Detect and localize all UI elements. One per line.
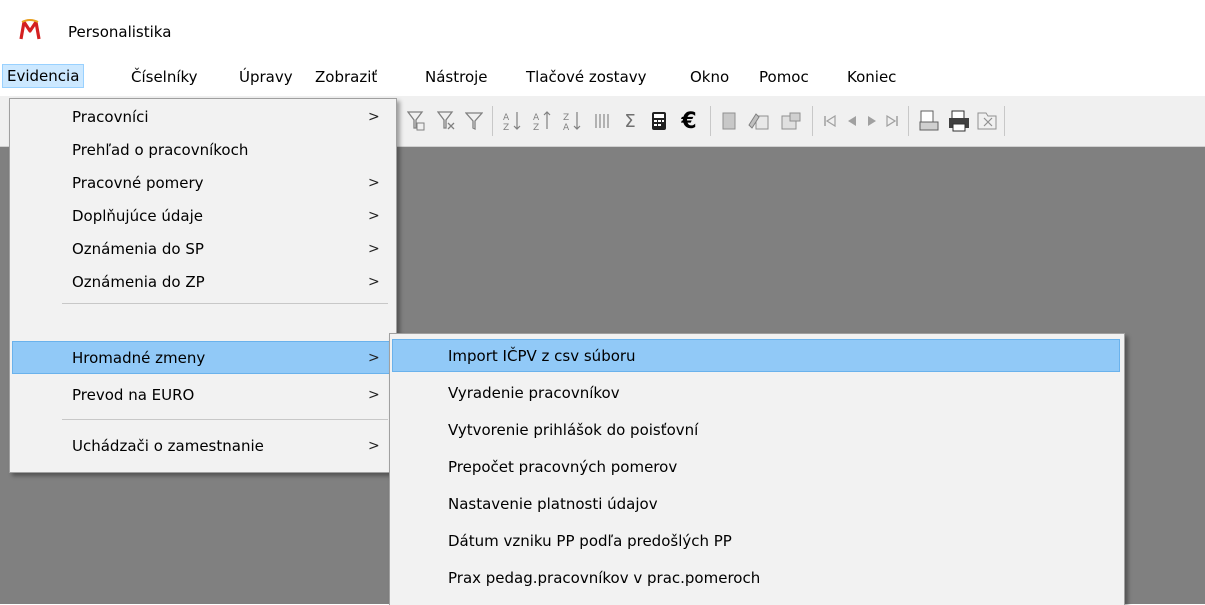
menu-item-label: Oznámenia do SP — [72, 240, 204, 258]
menu-item-prevod-na-euro[interactable]: Prevod na EURO > — [12, 379, 392, 412]
svg-text:A: A — [533, 113, 540, 123]
menu-item-oznamenia-do-sp[interactable]: Oznámenia do SP > — [12, 233, 392, 266]
menu-item-prehlad-o-pracovnikoch[interactable]: Prehľad o pracovníkoch — [12, 134, 392, 167]
menu-pomoc[interactable]: Pomoc — [757, 65, 811, 89]
previous-record-icon[interactable] — [842, 108, 862, 134]
menu-separator — [62, 303, 388, 304]
menu-item-label: Oznámenia do ZP — [72, 273, 205, 291]
menu-bar: Evidencia Číselníky Úpravy Zobraziť Nást… — [0, 60, 1205, 92]
menu-item-label: Vyradenie pracovníkov — [448, 384, 620, 402]
menu-item-pracovnici[interactable]: Pracovníci > — [12, 101, 392, 134]
toolbar-separator — [812, 106, 813, 136]
menu-item-label: Doplňujúce údaje — [72, 207, 203, 225]
calculator-icon[interactable] — [646, 108, 672, 134]
sort-descending-icon[interactable]: AZ — [530, 108, 554, 134]
svg-text:A: A — [503, 113, 510, 123]
menu-item-pracovne-pomery[interactable]: Pracovné pomery > — [12, 167, 392, 200]
menu-item-label: Pracovné pomery — [72, 174, 204, 192]
next-record-icon[interactable] — [862, 108, 882, 134]
toolbar-separator — [1004, 106, 1005, 136]
submenu-arrow-icon: > — [368, 241, 380, 257]
columns-icon[interactable] — [590, 108, 614, 134]
submenu-arrow-icon: > — [368, 350, 380, 366]
submenu-arrow-icon: > — [368, 438, 380, 454]
submenu-arrow-icon: > — [368, 175, 380, 191]
menu-item-label: Uchádzači o zamestnanie — [72, 437, 264, 455]
menu-item-label: Prevod na EURO — [72, 386, 195, 404]
sort-ascending-icon[interactable]: AZ — [500, 108, 524, 134]
print-preview-icon[interactable] — [916, 108, 942, 134]
menu-item-vyradenie-pracovnikov[interactable]: Vyradenie pracovníkov — [392, 377, 1120, 410]
menu-item-prax-pedag-pracovnikov[interactable]: Prax pedag.pracovníkov v prac.pomeroch — [392, 562, 1120, 595]
submenu-arrow-icon: > — [368, 274, 380, 290]
menu-item-prepocet-pracovnych-pomerov[interactable]: Prepočet pracovných pomerov — [392, 451, 1120, 484]
last-record-icon[interactable] — [882, 108, 902, 134]
menu-item-datum-vzniku-pp[interactable]: Dátum vzniku PP podľa predošlých PP — [392, 525, 1120, 558]
menu-item-label: Vytvorenie prihlášok do poisťovní — [448, 421, 699, 439]
menu-item-label: Nastavenie platnosti údajov — [448, 495, 658, 513]
menu-item-nastavenie-platnosti-udajov[interactable]: Nastavenie platnosti údajov — [392, 488, 1120, 521]
menu-item-import-icpv[interactable]: Import IČPV z csv súboru — [392, 339, 1120, 372]
menu-item-vytvorenie-prihlasok[interactable]: Vytvorenie prihlášok do poisťovní — [392, 414, 1120, 447]
menu-separator — [62, 419, 388, 420]
menu-ciselniky[interactable]: Číselníky — [129, 65, 200, 89]
menu-evidencia[interactable]: Evidencia — [2, 64, 85, 88]
menu-item-label: Prehľad o pracovníkoch — [72, 141, 249, 159]
clear-filter-icon[interactable] — [434, 108, 458, 134]
first-record-icon[interactable] — [820, 108, 840, 134]
menu-upravy[interactable]: Úpravy — [237, 65, 295, 89]
svg-text:Z: Z — [563, 113, 569, 123]
app-logo-icon — [19, 19, 41, 40]
document-icon[interactable] — [717, 108, 741, 134]
menu-item-label: Prepočet pracovných pomerov — [448, 458, 678, 476]
properties-icon[interactable] — [778, 108, 804, 134]
menu-item-doplnujuce-udaje[interactable]: Doplňujúce údaje > — [12, 200, 392, 233]
svg-text:Z: Z — [503, 123, 509, 132]
export-icon[interactable] — [974, 108, 1000, 134]
menu-okno[interactable]: Okno — [688, 65, 731, 89]
toolbar-separator — [710, 106, 711, 136]
menu-item-uchadzaci-o-zamestnanie[interactable]: Uchádzači o zamestnanie > — [12, 430, 392, 463]
menu-item-label: Hromadné zmeny — [72, 349, 206, 367]
toolbar-separator — [908, 106, 909, 136]
title-bar: Personalistika — [0, 0, 1205, 60]
funnel-icon[interactable] — [462, 108, 486, 134]
print-icon[interactable] — [946, 108, 972, 134]
edit-icon[interactable] — [746, 108, 772, 134]
euro-icon[interactable]: € — [676, 108, 702, 134]
submenu-arrow-icon: > — [368, 208, 380, 224]
submenu-arrow-icon: > — [368, 387, 380, 403]
menu-item-label: Import IČPV z csv súboru — [448, 347, 636, 365]
sum-icon[interactable]: Σ — [618, 108, 642, 134]
menu-tlacove-zostavy[interactable]: Tlačové zostavy — [524, 65, 649, 89]
evidencia-menu: Pracovníci > Prehľad o pracovníkoch Prac… — [9, 98, 397, 473]
menu-item-label: Prax pedag.pracovníkov v prac.pomeroch — [448, 569, 761, 587]
menu-item-hromadne-zmeny[interactable]: Hromadné zmeny > — [12, 341, 392, 374]
menu-zobrazit[interactable]: Zobraziť — [313, 65, 379, 89]
hromadne-zmeny-submenu: Import IČPV z csv súboru Vyradenie praco… — [389, 333, 1125, 605]
menu-item-label: Dátum vzniku PP podľa predošlých PP — [448, 532, 732, 550]
toolbar-separator — [492, 106, 493, 136]
filter-icon[interactable] — [404, 108, 428, 134]
window-title: Personalistika — [68, 23, 172, 41]
svg-text:Z: Z — [533, 123, 539, 132]
svg-text:A: A — [563, 123, 570, 132]
sort-custom-icon[interactable]: ZA — [560, 108, 584, 134]
menu-item-oznamenia-do-zp[interactable]: Oznámenia do ZP > — [12, 266, 392, 299]
submenu-arrow-icon: > — [368, 109, 380, 125]
menu-koniec[interactable]: Koniec — [845, 65, 898, 89]
menu-nastroje[interactable]: Nástroje — [423, 65, 490, 89]
menu-item-label: Pracovníci — [72, 108, 149, 126]
